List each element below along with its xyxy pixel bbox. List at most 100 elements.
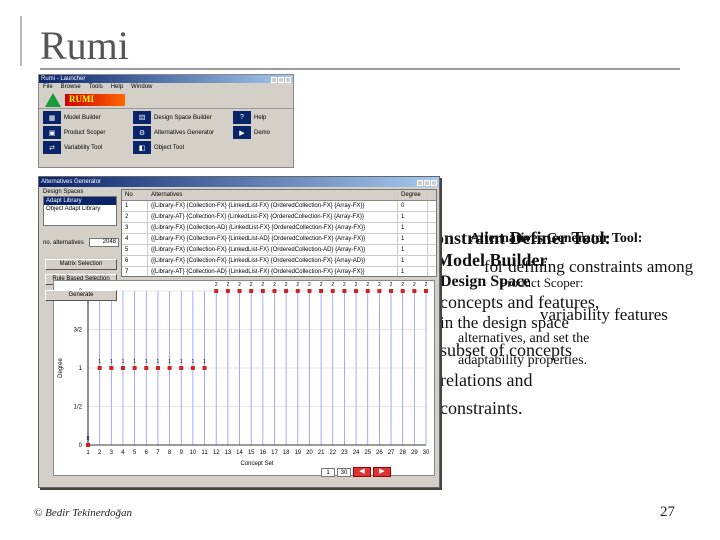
pager-to[interactable]: 30: [337, 467, 351, 477]
cell-alternative: {{Library-AT} {Collection-FX} {LinkedLis…: [148, 212, 398, 222]
data-label: 2: [355, 282, 358, 288]
data-label: 2: [343, 282, 346, 288]
design-space-builder-icon: ⚄: [133, 111, 151, 124]
design-spaces-label: Design Spaces: [43, 189, 84, 195]
y-tick-label: 1: [79, 366, 83, 372]
cell-degree: 1: [398, 223, 428, 233]
x-tick-label: 4: [121, 450, 125, 456]
table-row[interactable]: 4 {{Library-FX} {Collection-FX} {LinkedLi…: [122, 234, 436, 245]
col-header-degree[interactable]: Degree: [398, 190, 428, 200]
menu-help[interactable]: Help: [111, 84, 123, 90]
data-label: 2: [401, 282, 404, 288]
prev-page-arrow-icon[interactable]: ◀: [353, 467, 371, 477]
data-label: 1: [168, 359, 171, 365]
data-label: 2: [261, 282, 264, 288]
table-row[interactable]: 7 {{Library-AT} {Collection-AD} {LinkedLi…: [122, 267, 436, 276]
data-point: [284, 289, 289, 293]
table-row[interactable]: 3 {{Library-FX} {Collection-AD} {LinkedLi…: [122, 223, 436, 234]
data-point: [342, 289, 347, 293]
launcher-titlebar: Rumi - Launcher: [39, 75, 293, 83]
tool-product-scoper[interactable]: ▣ Product Scoper: [43, 126, 133, 139]
data-point: [225, 289, 230, 293]
x-tick-label: 15: [248, 450, 255, 456]
tool-object-tool[interactable]: ◧ Object Tool: [133, 141, 233, 154]
tool-design-space-builder[interactable]: ⚄ Design Space Builder: [133, 111, 233, 124]
data-label: 1: [203, 359, 206, 365]
cell-alternative: {{Library-FX} {Collection-FX} {LinkedLis…: [148, 201, 398, 211]
maximize-button[interactable]: [424, 180, 430, 186]
data-point: [260, 289, 265, 293]
tool-alternatives-generator[interactable]: ⚙ Alternatives Generator: [133, 126, 233, 139]
cell-alternative: {{Library-FX} {Collection-FX} {LinkedLis…: [148, 245, 398, 255]
data-label: 2: [238, 282, 241, 288]
x-tick-label: 23: [341, 450, 348, 456]
cell-no: 1: [122, 201, 148, 211]
x-tick-label: 28: [399, 450, 406, 456]
tool-demo[interactable]: ▶ Demo: [233, 126, 293, 139]
table-row[interactable]: 6 {{Library-FX} {Collection-FX} {LinkedLi…: [122, 256, 436, 267]
close-button[interactable]: [285, 77, 291, 83]
data-label: 2: [285, 282, 288, 288]
menu-tools[interactable]: Tools: [89, 84, 103, 90]
data-point: [400, 289, 405, 293]
body-text-7b: adaptability properties.: [458, 353, 588, 368]
data-point: [202, 366, 207, 370]
tool-model-builder[interactable]: ▦ Model Builder: [43, 111, 133, 124]
data-label: 1: [157, 359, 160, 365]
next-page-arrow-icon[interactable]: ▶: [373, 467, 391, 477]
slide: Rumi Constraint Definer Tool: Alternativ…: [0, 0, 720, 540]
matrix-selection-button[interactable]: Matrix Selection: [45, 259, 117, 270]
tool-label: Help: [254, 114, 267, 121]
data-point: [272, 289, 277, 293]
rumi-logo: RUMI: [39, 91, 293, 109]
menu-browse[interactable]: Browse: [61, 84, 81, 90]
data-label: 2: [250, 282, 253, 288]
x-tick-label: 16: [259, 450, 266, 456]
launcher-title: Rumi - Launcher: [41, 76, 86, 82]
tool-variability-tool[interactable]: ⇄ Variability Tool: [43, 141, 133, 154]
body-text-1b: Alternatives Generator Tool:: [470, 231, 643, 246]
x-tick-label: 10: [190, 450, 197, 456]
design-space-item[interactable]: Object Adapt Library: [44, 205, 116, 213]
footer-copyright: © Bedir Tekinerdoğan: [34, 507, 132, 519]
body-text-3b: Product Scoper:: [500, 275, 584, 290]
alternatives-generator-window: Alternatives Generator Design Spaces Ada…: [38, 176, 440, 488]
cell-no: 2: [122, 212, 148, 222]
tool-label: Object Tool: [154, 144, 184, 151]
product-scoper-icon: ▣: [43, 126, 61, 139]
data-point: [132, 366, 137, 370]
data-point: [144, 366, 149, 370]
x-axis-label: Concept Set: [240, 461, 273, 467]
design-space-item[interactable]: Adapt Library: [44, 197, 116, 205]
table-row[interactable]: 1 {{Library-FX} {Collection-FX} {LinkedLi…: [122, 201, 436, 212]
cell-degree: 1: [398, 234, 428, 244]
close-button[interactable]: [431, 180, 437, 186]
data-label: 1: [110, 359, 113, 365]
menu-file[interactable]: File: [43, 84, 53, 90]
col-header-no[interactable]: No: [122, 190, 148, 200]
cell-no: 7: [122, 267, 148, 276]
generate-button[interactable]: Generate: [45, 290, 117, 301]
col-header-alternatives[interactable]: Alternatives: [148, 190, 398, 200]
pager-from[interactable]: 1: [321, 467, 335, 477]
minimize-button[interactable]: [271, 77, 277, 83]
design-spaces-list[interactable]: Adapt Library Object Adapt Library: [43, 196, 117, 226]
x-tick-label: 8: [168, 450, 172, 456]
data-label: 2: [226, 282, 229, 288]
altwin-title: Alternatives Generator: [41, 179, 102, 185]
table-row[interactable]: 2 {{Library-AT} {Collection-FX} {LinkedLi…: [122, 212, 436, 223]
data-point: [424, 289, 428, 293]
title-underline: [40, 68, 680, 70]
y-axis-label: Degree: [58, 358, 64, 378]
x-tick-label: 11: [201, 450, 208, 456]
y-tick-label: 3/2: [74, 328, 83, 334]
maximize-button[interactable]: [278, 77, 284, 83]
x-tick-label: 27: [388, 450, 395, 456]
table-row[interactable]: 5 {{Library-FX} {Collection-FX} {LinkedLi…: [122, 245, 436, 256]
data-point: [109, 366, 114, 370]
data-point: [249, 289, 254, 293]
no-alternatives-value: 2048: [89, 238, 119, 247]
tool-help[interactable]: ? Help: [233, 111, 293, 124]
minimize-button[interactable]: [417, 180, 423, 186]
menu-window[interactable]: Window: [131, 84, 152, 90]
